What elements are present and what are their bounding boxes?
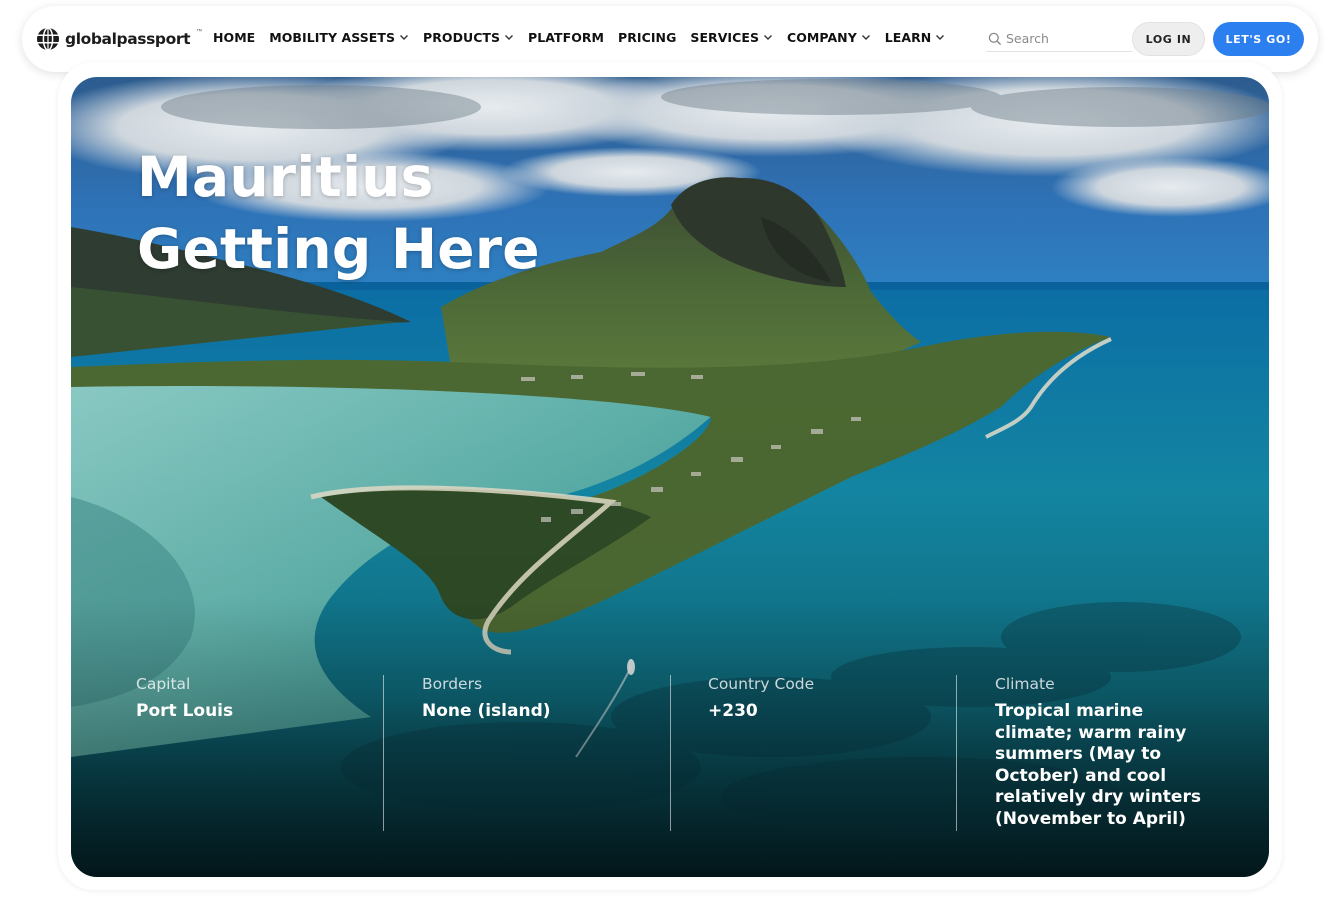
fact-divider: [670, 675, 671, 831]
nav-item-company[interactable]: COMPANY: [787, 30, 871, 45]
nav-item-label: PRICING: [618, 30, 677, 45]
country-facts: Capital Port Louis Borders None (island)…: [71, 675, 1269, 835]
nav-item-mobility-assets[interactable]: MOBILITY ASSETS: [269, 30, 409, 45]
fact-divider: [956, 675, 957, 831]
nav-item-label: LEARN: [884, 30, 932, 45]
nav-item-label: SERVICES: [690, 30, 759, 45]
fact-value: +230: [708, 701, 758, 721]
lets-go-button[interactable]: LET'S GO!: [1213, 22, 1304, 56]
chevron-down-icon: [764, 35, 772, 40]
fact-label: Borders: [422, 675, 483, 693]
brand-logo[interactable]: globalpassport ™: [36, 27, 202, 51]
nav-item-label: COMPANY: [787, 30, 857, 45]
search-box: [986, 26, 1132, 52]
nav-item-label: MOBILITY ASSETS: [269, 30, 395, 45]
search-icon: [988, 32, 1002, 45]
nav-item-label: HOME: [213, 30, 256, 45]
fact-label: Country Code: [708, 675, 815, 693]
chevron-down-icon: [936, 35, 945, 40]
hero-banner: Mauritius Getting Here Capital Port Loui…: [71, 77, 1269, 877]
nav-item-label: PLATFORM: [528, 30, 605, 45]
hero-title-line-country: Mauritius: [137, 145, 434, 209]
globe-logo-icon: [37, 27, 59, 51]
hero-title-line-subtitle: Getting Here: [137, 217, 540, 281]
fact-value: Tropical marine climate; warm rainy summ…: [995, 701, 1201, 829]
nav-item-platform[interactable]: PLATFORM: [528, 30, 604, 45]
nav-item-services[interactable]: SERVICES: [690, 30, 773, 45]
fact-value: None (island): [422, 701, 551, 721]
fact-divider: [383, 675, 384, 831]
fact-label: Climate: [995, 675, 1055, 693]
brand-name: globalpassport: [65, 30, 191, 48]
hero-title: Mauritius Getting Here: [137, 141, 540, 285]
chevron-down-icon: [400, 35, 408, 40]
fact-climate: Climate Tropical marine climate; warm ra…: [995, 675, 1213, 830]
chevron-down-icon: [505, 35, 514, 40]
chevron-down-icon: [861, 35, 870, 40]
nav-item-learn[interactable]: LEARN: [885, 30, 946, 45]
nav-item-label: PRODUCTS: [423, 30, 501, 45]
nav-item-home[interactable]: HOME: [213, 30, 255, 45]
login-button[interactable]: LOG IN: [1132, 22, 1205, 56]
fact-label: Capital: [136, 675, 191, 693]
fact-capital: Capital Port Louis: [136, 675, 366, 723]
fact-country-code: Country Code +230: [708, 675, 938, 723]
primary-nav: HOME MOBILITY ASSETS PRODUCTS PLATFORM P…: [213, 30, 945, 45]
trademark-symbol: ™: [196, 29, 203, 35]
fact-borders: Borders None (island): [422, 675, 652, 723]
fact-value: Port Louis: [136, 701, 234, 721]
search-input[interactable]: [1006, 31, 1116, 46]
nav-item-pricing[interactable]: PRICING: [618, 30, 676, 45]
nav-item-products[interactable]: PRODUCTS: [423, 30, 514, 45]
